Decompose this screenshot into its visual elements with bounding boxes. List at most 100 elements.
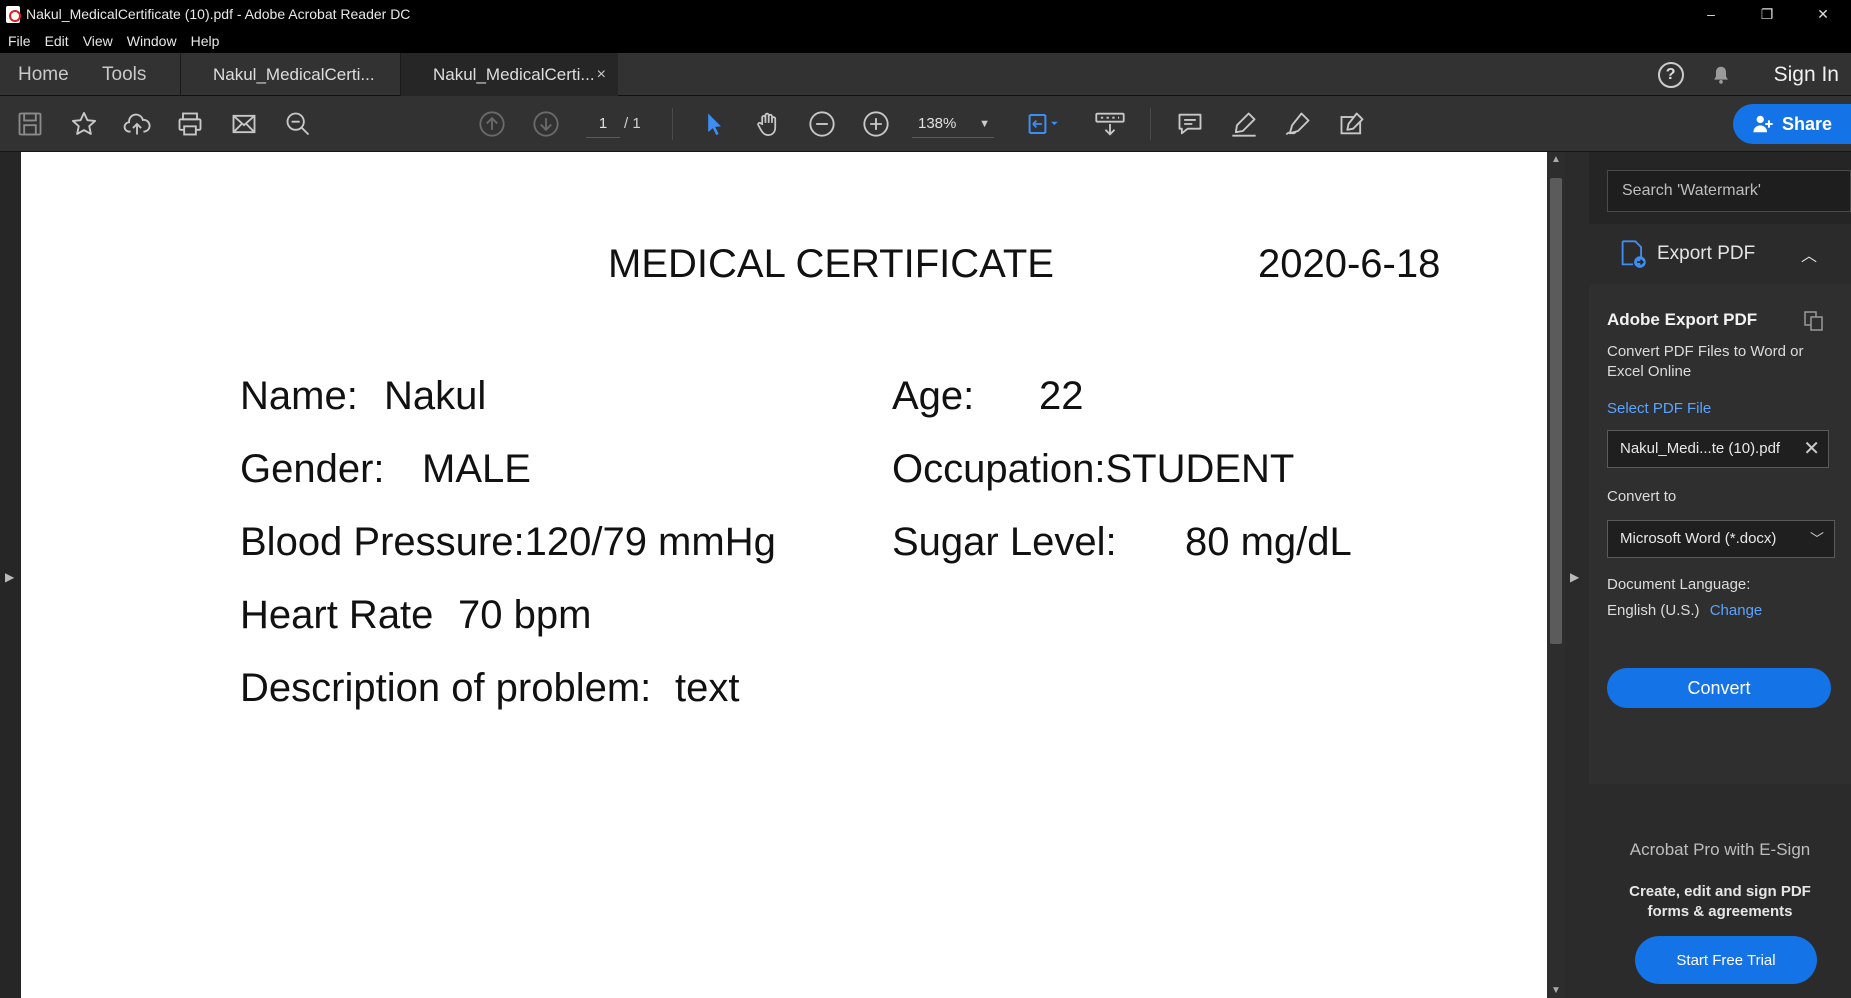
page-number-input[interactable]: 1 xyxy=(586,110,620,138)
export-pdf-label: Export PDF xyxy=(1657,243,1756,264)
tools-pane: Search 'Watermark' Export PDF ︿ Adobe Ex… xyxy=(1589,152,1851,998)
print-icon[interactable] xyxy=(176,110,204,138)
tab-document-1-label: Nakul_MedicalCerti... xyxy=(213,64,375,84)
remove-file-icon[interactable]: ✕ xyxy=(1803,431,1820,467)
name-label: Name: xyxy=(240,374,358,418)
share-label: Share xyxy=(1781,113,1833,134)
chevron-right-icon: ▶ xyxy=(5,570,15,584)
vertical-scrollbar[interactable]: ▲ ▼ xyxy=(1547,152,1565,998)
export-pdf-panel: Adobe Export PDF Convert PDF Files to Wo… xyxy=(1589,284,1851,784)
minimize-button[interactable]: – xyxy=(1683,0,1739,28)
add-user-icon xyxy=(1753,115,1773,133)
heart-rate-label: Heart Rate xyxy=(240,593,434,637)
scrollbar-thumb[interactable] xyxy=(1550,178,1562,644)
right-pane-toggle[interactable]: ▶ xyxy=(1565,152,1589,998)
gender-label: Gender: xyxy=(240,447,385,491)
tab-document-1[interactable]: Nakul_MedicalCerti... xyxy=(180,53,400,96)
notifications-bell-icon[interactable] xyxy=(1708,62,1734,88)
tab-document-2-label: Nakul_MedicalCerti... xyxy=(433,64,595,84)
sign-in-link[interactable]: Sign In xyxy=(1774,63,1839,87)
fill-sign-icon[interactable] xyxy=(1338,110,1366,138)
blood-pressure-field: Blood Pressure:120/79 mmHg xyxy=(240,520,776,564)
highlight-pen-icon[interactable] xyxy=(1230,110,1258,138)
menu-view[interactable]: View xyxy=(83,33,113,49)
age-label: Age: xyxy=(892,374,975,418)
certificate-title: MEDICAL CERTIFICATE xyxy=(608,242,1054,286)
save-icon[interactable] xyxy=(16,110,44,138)
convert-button[interactable]: Convert xyxy=(1607,668,1831,708)
convert-to-label: Convert to xyxy=(1607,488,1677,505)
zoom-out-icon[interactable] xyxy=(808,110,836,138)
zoom-in-icon[interactable] xyxy=(862,110,890,138)
menu-help[interactable]: Help xyxy=(191,33,220,49)
close-window-button[interactable]: ✕ xyxy=(1795,0,1851,28)
menu-file[interactable]: File xyxy=(8,33,31,49)
select-cursor-icon[interactable] xyxy=(700,110,728,138)
gender-value: MALE xyxy=(422,447,531,491)
name-value: Nakul xyxy=(384,374,487,418)
find-zoom-icon[interactable] xyxy=(284,110,312,138)
window-title: Nakul_MedicalCertificate (10).pdf - Adob… xyxy=(26,6,411,22)
chevron-down-icon: ﹀ xyxy=(1810,531,1824,547)
hand-pan-icon[interactable] xyxy=(754,110,782,138)
page-fit-icon[interactable] xyxy=(1022,110,1062,138)
document-language: English (U.S.) Change xyxy=(1607,602,1762,619)
scroll-down-icon[interactable]: ▼ xyxy=(1551,985,1561,996)
select-pdf-file-link[interactable]: Select PDF File xyxy=(1607,400,1711,417)
sugar-level-label: Sugar Level: xyxy=(892,520,1117,564)
tools-search-input[interactable]: Search 'Watermark' xyxy=(1607,170,1851,212)
chevron-up-icon[interactable]: ︿ xyxy=(1801,242,1817,266)
occupation-field: Occupation:STUDENT xyxy=(892,447,1295,491)
sign-pen-icon[interactable] xyxy=(1284,110,1312,138)
export-description: Convert PDF Files to Word or Excel Onlin… xyxy=(1607,343,1804,380)
toolbar: 1 / 1 138% ▼ Share xyxy=(0,96,1851,152)
zoom-level-value: 138% xyxy=(918,115,957,132)
zoom-level-select[interactable]: 138% ▼ xyxy=(912,110,994,138)
tab-close-icon[interactable]: × xyxy=(597,66,606,84)
comment-icon[interactable] xyxy=(1176,110,1204,138)
acrobat-pro-promo: Acrobat Pro with E-Sign Create, edit and… xyxy=(1589,784,1851,998)
bookmark-star-icon[interactable] xyxy=(70,110,98,138)
selected-file-name: Nakul_Medi...te (10).pdf xyxy=(1620,440,1781,457)
tab-home[interactable]: Home xyxy=(18,53,69,96)
page-total: / 1 xyxy=(624,115,641,132)
upload-cloud-icon[interactable] xyxy=(123,110,151,138)
tab-tools[interactable]: Tools xyxy=(102,53,146,96)
export-title: Adobe Export PDF xyxy=(1607,310,1758,329)
title-bar: Nakul_MedicalCertificate (10).pdf - Adob… xyxy=(0,0,1851,28)
format-select-value: Microsoft Word (*.docx) xyxy=(1620,530,1777,547)
export-pdf-header[interactable]: Export PDF ︿ xyxy=(1589,224,1851,284)
document-language-label: Document Language: xyxy=(1607,576,1751,593)
start-free-trial-button[interactable]: Start Free Trial xyxy=(1635,936,1817,984)
promo-title: Acrobat Pro with E-Sign xyxy=(1629,840,1811,859)
restore-button[interactable]: ❐ xyxy=(1739,0,1795,28)
sugar-level-value: 80 mg/dL xyxy=(1185,520,1352,564)
format-select[interactable]: Microsoft Word (*.docx) ﹀ xyxy=(1607,520,1835,558)
next-page-icon[interactable] xyxy=(532,110,560,138)
heart-rate-value: 70 bpm xyxy=(458,593,592,637)
left-pane-toggle[interactable]: ▶ xyxy=(0,152,21,998)
document-language-value: English (U.S.) xyxy=(1607,602,1700,619)
pdf-page: MEDICAL CERTIFICATE 2020-6-18 Name: Naku… xyxy=(21,152,1547,998)
tab-document-2[interactable]: Nakul_MedicalCerti... × xyxy=(400,53,618,96)
menu-edit[interactable]: Edit xyxy=(45,33,69,49)
menu-window[interactable]: Window xyxy=(127,33,177,49)
menu-bar: File Edit View Window Help xyxy=(0,28,1851,53)
scroll-up-icon[interactable]: ▲ xyxy=(1551,154,1561,165)
chevron-right-icon: ▶ xyxy=(1570,570,1580,584)
toolbar-divider xyxy=(1150,108,1151,140)
email-icon[interactable] xyxy=(230,110,258,138)
scroll-mode-icon[interactable] xyxy=(1094,110,1126,138)
previous-page-icon[interactable] xyxy=(478,110,506,138)
help-icon[interactable]: ? xyxy=(1657,61,1684,88)
age-value: 22 xyxy=(1039,374,1084,418)
description-label: Description of problem: xyxy=(240,666,652,710)
promo-description: Create, edit and sign PDF forms & agreem… xyxy=(1629,883,1811,920)
selected-file-field[interactable]: Nakul_Medi...te (10).pdf ✕ xyxy=(1607,430,1829,468)
tab-bar: Home Tools Nakul_MedicalCerti... Nakul_M… xyxy=(0,53,1851,96)
copy-files-icon[interactable] xyxy=(1803,310,1825,332)
share-button[interactable]: Share xyxy=(1733,104,1851,144)
certificate-date: 2020-6-18 xyxy=(1258,242,1441,286)
change-language-link[interactable]: Change xyxy=(1710,602,1763,619)
chevron-down-icon: ▼ xyxy=(979,118,990,130)
